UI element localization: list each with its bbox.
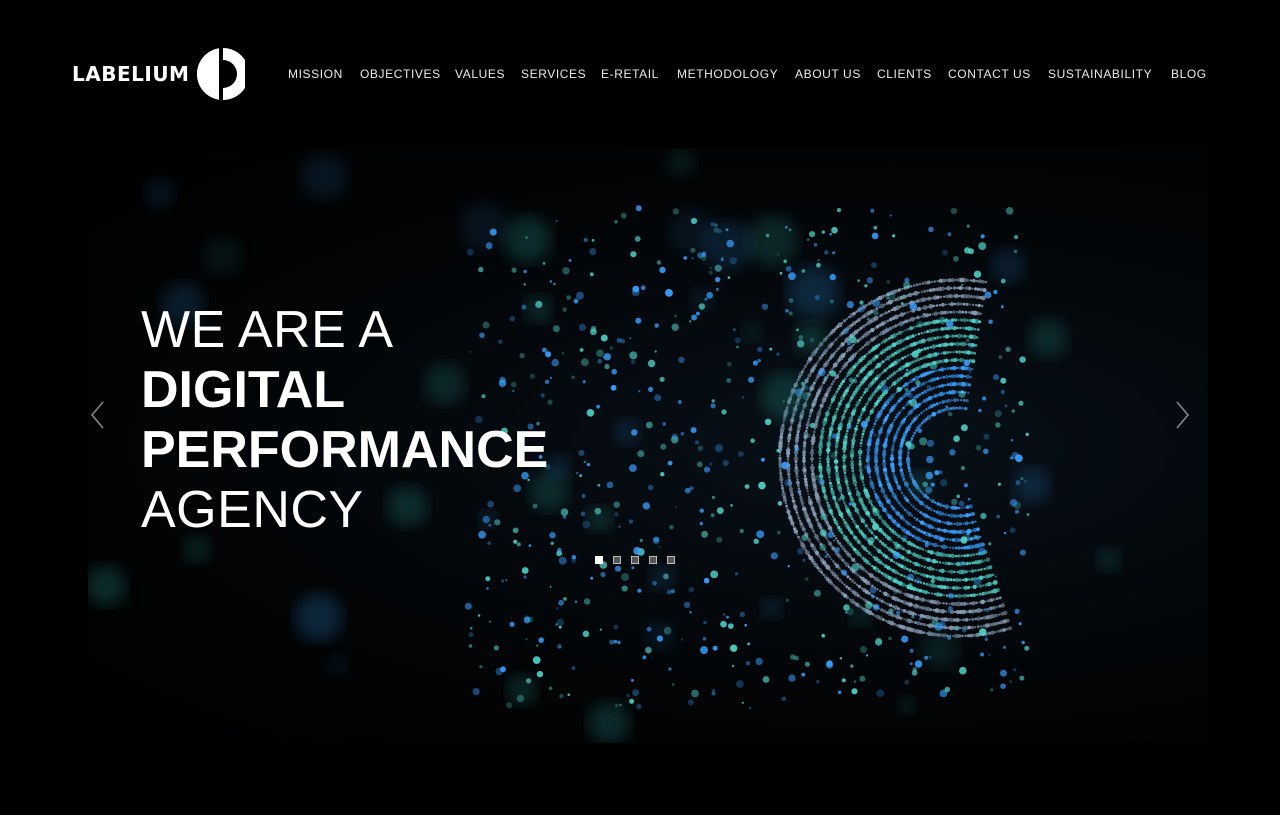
slide-dot-1[interactable] <box>595 556 603 564</box>
slide-dot-5[interactable] <box>667 556 675 564</box>
nav-e-retail[interactable]: E-RETAIL <box>601 67 659 81</box>
headline-line-4: AGENCY <box>141 481 364 539</box>
nav-values[interactable]: VALUES <box>455 67 505 81</box>
headline-line-3: PERFORMANCE <box>141 421 549 479</box>
slider-pagination <box>595 556 675 564</box>
brand-mark-icon <box>197 48 246 100</box>
chevron-right-icon[interactable] <box>1172 400 1192 430</box>
nav-services[interactable]: SERVICES <box>521 67 586 81</box>
brand-name: LABELIUM <box>72 62 190 86</box>
chevron-left-icon[interactable] <box>88 400 108 430</box>
nav-about-us[interactable]: ABOUT US <box>795 67 861 81</box>
nav-sustainability[interactable]: SUSTAINABILITY <box>1048 67 1152 81</box>
nav-objectives[interactable]: OBJECTIVES <box>360 67 441 81</box>
slide-dot-4[interactable] <box>649 556 657 564</box>
headline-line-1: WE ARE A <box>141 301 394 359</box>
site-header: LABELIUM MISSION OBJECTIVES VALUES SERVI… <box>0 0 1280 140</box>
brand-logo[interactable]: LABELIUM <box>72 46 246 102</box>
slide-dot-3[interactable] <box>631 556 639 564</box>
nav-clients[interactable]: CLIENTS <box>877 67 932 81</box>
slide-dot-2[interactable] <box>613 556 621 564</box>
headline-line-2: DIGITAL <box>141 361 346 419</box>
nav-methodology[interactable]: METHODOLOGY <box>677 67 778 81</box>
nav-contact-us[interactable]: CONTACT US <box>948 67 1031 81</box>
nav-mission[interactable]: MISSION <box>288 67 343 81</box>
nav-blog[interactable]: BLOG <box>1171 67 1207 81</box>
hero-headline: WE ARE A DIGITAL PERFORMANCE AGENCY <box>141 300 548 540</box>
